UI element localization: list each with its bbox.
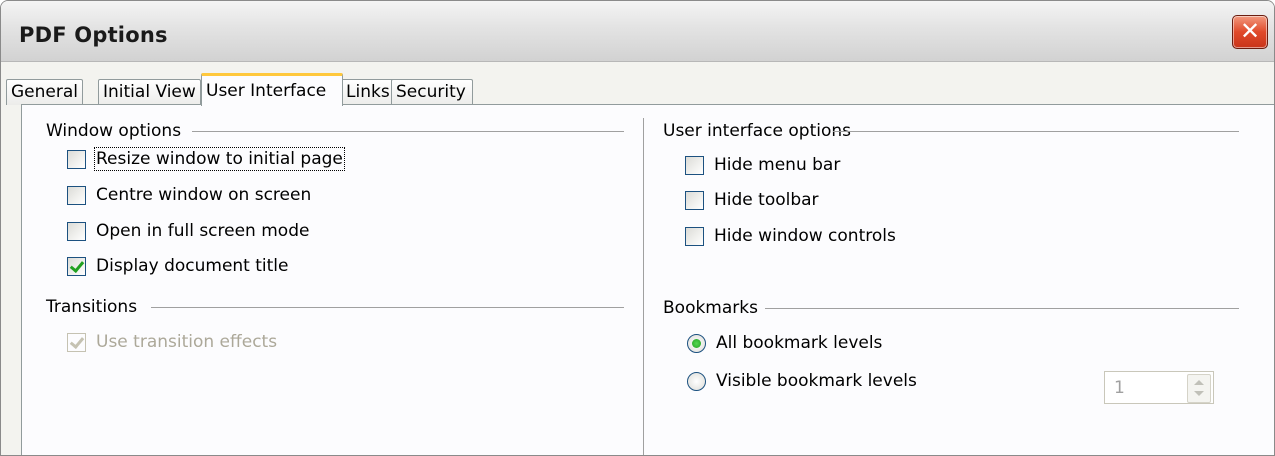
spinner-buttons [1187, 374, 1211, 403]
hide-menu-bar-checkbox[interactable] [685, 156, 704, 175]
close-icon[interactable]: ✕ [1232, 15, 1268, 49]
ui-options-group: User interface options [663, 121, 1239, 141]
tab-links[interactable]: Links [341, 79, 395, 105]
hide-window-controls-checkbox[interactable] [685, 227, 704, 246]
window-options-group: Window options [46, 121, 624, 141]
spin-down-icon [1194, 391, 1204, 396]
spin-up-icon [1194, 380, 1204, 385]
window-options-heading: Window options [46, 121, 182, 141]
visible-bookmark-levels-radio[interactable] [687, 372, 706, 391]
display-title-checkbox[interactable] [67, 257, 86, 276]
bookmarks-group: Bookmarks [663, 298, 1239, 318]
full-screen-label[interactable]: Open in full screen mode [96, 221, 309, 241]
hide-toolbar-checkbox[interactable] [685, 191, 704, 210]
divider [765, 308, 1239, 309]
all-bookmark-levels-radio[interactable] [687, 334, 706, 353]
pdf-options-dialog: PDF Options ✕ General Initial View User … [0, 0, 1275, 456]
centre-window-label[interactable]: Centre window on screen [96, 185, 311, 205]
display-title-label[interactable]: Display document title [96, 256, 288, 276]
divider [192, 131, 624, 132]
resize-window-label[interactable]: Resize window to initial page [94, 147, 345, 171]
transitions-group: Transitions [46, 297, 624, 317]
hide-menu-bar-label[interactable]: Hide menu bar [714, 155, 840, 175]
tab-user-interface[interactable]: User Interface [201, 73, 343, 106]
centre-window-checkbox[interactable] [67, 186, 86, 205]
tab-initial-view[interactable]: Initial View [98, 79, 201, 105]
bookmarks-heading: Bookmarks [663, 298, 758, 318]
ui-options-heading: User interface options [663, 121, 851, 141]
full-screen-checkbox[interactable] [67, 222, 86, 241]
hide-toolbar-label[interactable]: Hide toolbar [714, 190, 819, 210]
tab-general[interactable]: General [6, 79, 83, 105]
column-divider [643, 118, 644, 455]
bookmark-levels-spinner: 1 [1104, 371, 1214, 404]
divider [833, 131, 1239, 132]
transition-effects-label: Use transition effects [96, 332, 278, 352]
tab-security[interactable]: Security [391, 79, 473, 105]
all-bookmark-levels-label[interactable]: All bookmark levels [716, 333, 882, 353]
title-bar[interactable]: PDF Options ✕ [1, 1, 1274, 62]
divider [151, 307, 624, 308]
bookmark-levels-value: 1 [1114, 378, 1125, 398]
resize-window-checkbox[interactable] [67, 150, 86, 169]
hide-window-controls-label[interactable]: Hide window controls [714, 226, 896, 246]
transition-effects-checkbox [67, 333, 86, 352]
visible-bookmark-levels-label[interactable]: Visible bookmark levels [716, 371, 917, 391]
dialog-title: PDF Options [19, 23, 168, 47]
transitions-heading: Transitions [46, 297, 138, 317]
